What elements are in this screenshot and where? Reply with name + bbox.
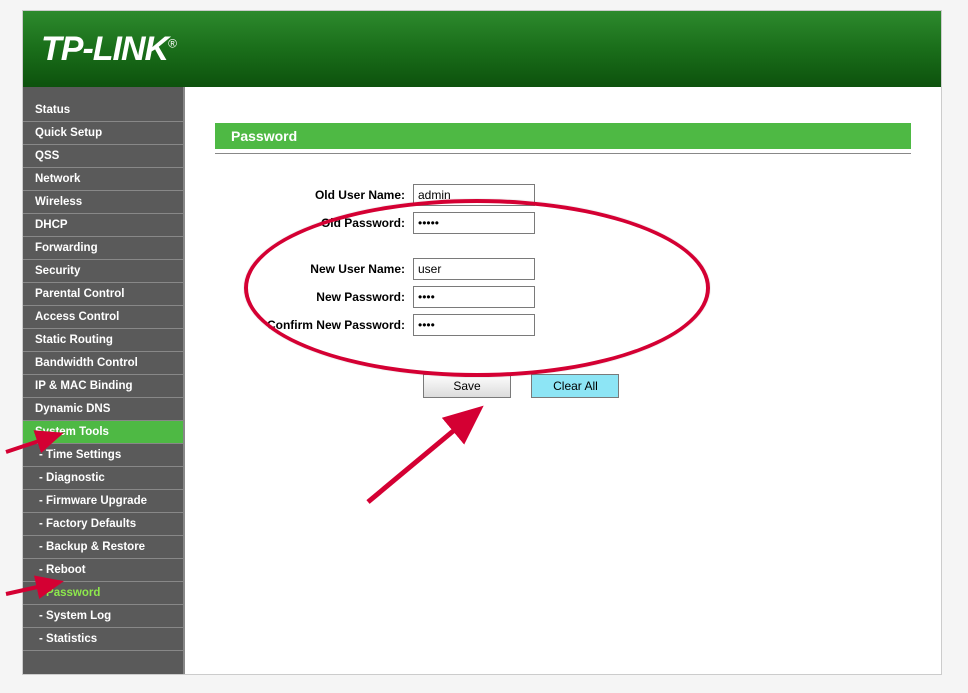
panel-title: Password [215, 123, 911, 149]
sidebar-item-access-control[interactable]: Access Control [23, 306, 183, 329]
sidebar-item-system-tools[interactable]: System Tools [23, 421, 183, 444]
sidebar-item-time-settings[interactable]: - Time Settings [23, 444, 183, 467]
new-username-input[interactable] [413, 258, 535, 280]
sidebar-item-static-routing[interactable]: Static Routing [23, 329, 183, 352]
sidebar-item-forwarding[interactable]: Forwarding [23, 237, 183, 260]
sidebar-item-ip-mac-binding[interactable]: IP & MAC Binding [23, 375, 183, 398]
old-username-label: Old User Name: [255, 188, 413, 202]
brand-name: TP-LINK [41, 30, 168, 68]
sidebar-item-security[interactable]: Security [23, 260, 183, 283]
save-button[interactable]: Save [423, 374, 511, 398]
clear-all-button[interactable]: Clear All [531, 374, 619, 398]
sidebar-item-firmware-upgrade[interactable]: - Firmware Upgrade [23, 490, 183, 513]
sidebar-item-diagnostic[interactable]: - Diagnostic [23, 467, 183, 490]
sidebar-item-backup-restore[interactable]: - Backup & Restore [23, 536, 183, 559]
old-password-input[interactable] [413, 212, 535, 234]
sidebar-item-network[interactable]: Network [23, 168, 183, 191]
sidebar-item-system-log[interactable]: - System Log [23, 605, 183, 628]
sidebar-item-statistics[interactable]: - Statistics [23, 628, 183, 651]
brand-logo: TP-LINK® [41, 30, 176, 69]
sidebar-item-dynamic-dns[interactable]: Dynamic DNS [23, 398, 183, 421]
header-bar: TP-LINK® [23, 11, 941, 87]
confirm-password-label: Confirm New Password: [255, 318, 413, 332]
sidebar-item-wireless[interactable]: Wireless [23, 191, 183, 214]
new-password-label: New Password: [255, 290, 413, 304]
sidebar-item-quick-setup[interactable]: Quick Setup [23, 122, 183, 145]
content-panel: Password Old User Name: Old Password: Ne… [185, 87, 941, 674]
sidebar: Status Quick Setup QSS Network Wireless … [23, 87, 185, 674]
sidebar-item-factory-defaults[interactable]: - Factory Defaults [23, 513, 183, 536]
sidebar-item-status[interactable]: Status [23, 99, 183, 122]
new-password-input[interactable] [413, 286, 535, 308]
confirm-password-input[interactable] [413, 314, 535, 336]
sidebar-item-reboot[interactable]: - Reboot [23, 559, 183, 582]
new-username-label: New User Name: [255, 262, 413, 276]
sidebar-item-qss[interactable]: QSS [23, 145, 183, 168]
sidebar-item-parental-control[interactable]: Parental Control [23, 283, 183, 306]
sidebar-item-dhcp[interactable]: DHCP [23, 214, 183, 237]
old-username-input[interactable] [413, 184, 535, 206]
brand-reg: ® [168, 36, 176, 50]
divider [215, 153, 911, 154]
sidebar-item-password[interactable]: - Password [23, 582, 183, 605]
sidebar-item-bandwidth-control[interactable]: Bandwidth Control [23, 352, 183, 375]
old-password-label: Old Password: [255, 216, 413, 230]
